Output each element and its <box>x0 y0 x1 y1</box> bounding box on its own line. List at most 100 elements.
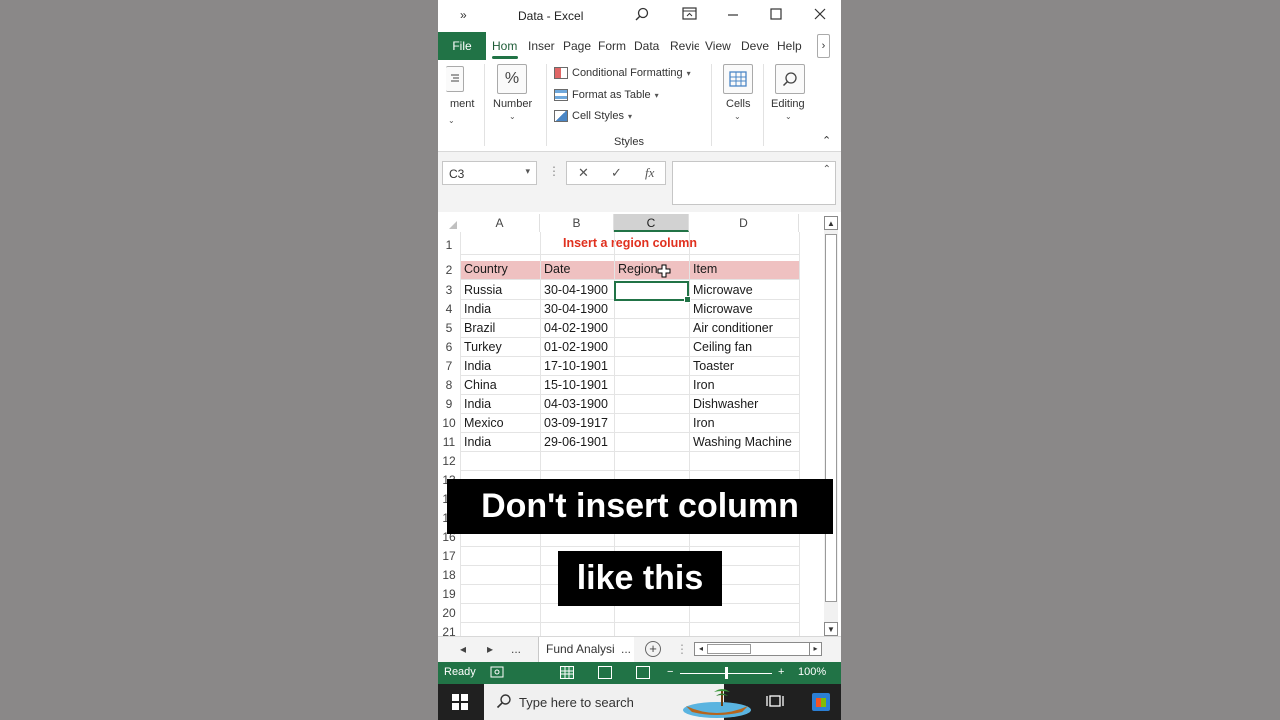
cell-d7[interactable]: Toaster <box>690 359 798 373</box>
minimize-icon[interactable] <box>727 7 739 24</box>
column-header-c[interactable]: C <box>614 214 689 232</box>
cell-a11[interactable]: India <box>461 435 539 449</box>
number-group-button[interactable]: Number <box>493 98 532 110</box>
collapse-formula-bar-icon[interactable]: ⌃ <box>823 164 831 175</box>
cell-styles-button[interactable]: Cell Styles ▾ <box>554 110 632 122</box>
maximize-icon[interactable] <box>770 7 782 24</box>
tab-help[interactable]: Help <box>777 39 807 53</box>
alignment-icon[interactable] <box>446 66 464 92</box>
tab-developer[interactable]: Deve <box>741 39 771 53</box>
cell-b5[interactable]: 04-02-1900 <box>541 321 613 335</box>
zoom-out-button[interactable]: − <box>667 666 673 678</box>
page-break-view-icon[interactable] <box>636 666 650 679</box>
row-header-4[interactable]: 4 <box>438 302 460 316</box>
zoom-in-button[interactable]: + <box>778 666 784 678</box>
cell-a3[interactable]: Russia <box>461 283 539 297</box>
tab-view[interactable]: View <box>705 39 735 53</box>
cell-d6[interactable]: Ceiling fan <box>690 340 798 354</box>
more-sheets-left-button[interactable]: ... <box>511 642 521 656</box>
scroll-up-icon[interactable]: ▲ <box>824 216 838 230</box>
cell-b11[interactable]: 29-06-1901 <box>541 435 613 449</box>
formula-input[interactable]: ⌃ <box>672 161 836 205</box>
vertical-scrollbar[interactable]: ▲ ▼ <box>824 216 838 636</box>
editing-caret-icon[interactable]: ⌄ <box>785 112 792 121</box>
header-cell-d[interactable]: Item <box>690 262 798 276</box>
cell-d9[interactable]: Dishwasher <box>690 397 798 411</box>
ribbon-display-icon[interactable] <box>682 7 697 24</box>
row-header-3[interactable]: 3 <box>438 283 460 297</box>
more-sheets-right-button[interactable]: ... <box>621 642 631 656</box>
cells-icon[interactable] <box>723 64 753 94</box>
editing-group-button[interactable]: Editing <box>771 98 805 110</box>
horizontal-scrollbar[interactable]: ◂ ▸ <box>694 642 822 656</box>
horizontal-scroll-thumb[interactable] <box>707 644 751 654</box>
cell-a4[interactable]: India <box>461 302 539 316</box>
row-header-18[interactable]: 18 <box>438 568 460 582</box>
cell-b6[interactable]: 01-02-1900 <box>541 340 613 354</box>
sheet-title-cell[interactable]: Insert a region column <box>461 236 799 250</box>
editing-search-icon[interactable] <box>775 64 805 94</box>
cell-b7[interactable]: 17-10-1901 <box>541 359 613 373</box>
select-all-corner[interactable] <box>438 214 460 232</box>
row-header-8[interactable]: 8 <box>438 378 460 392</box>
cell-b4[interactable]: 30-04-1900 <box>541 302 613 316</box>
row-header-19[interactable]: 19 <box>438 587 460 601</box>
tab-page-layout[interactable]: Page <box>563 39 593 53</box>
insert-function-icon[interactable]: fx <box>645 165 654 181</box>
cell-d8[interactable]: Iron <box>690 378 798 392</box>
cell-a6[interactable]: Turkey <box>461 340 539 354</box>
scroll-down-icon[interactable]: ▼ <box>824 622 838 636</box>
conditional-formatting-button[interactable]: Conditional Formatting ▾ <box>554 67 691 79</box>
tab-insert[interactable]: Inser <box>528 39 558 53</box>
collapse-ribbon-icon[interactable]: ⌃ <box>822 134 831 147</box>
row-header-17[interactable]: 17 <box>438 549 460 563</box>
cell-a9[interactable]: India <box>461 397 539 411</box>
row-header-7[interactable]: 7 <box>438 359 460 373</box>
enter-icon[interactable]: ✓ <box>611 165 622 181</box>
normal-view-icon[interactable] <box>560 666 574 679</box>
row-header-11[interactable]: 11 <box>438 435 460 449</box>
tab-home[interactable]: Hom <box>492 39 520 53</box>
close-icon[interactable] <box>814 7 826 24</box>
alignment-caret-icon[interactable]: ⌄ <box>448 116 455 125</box>
microsoft-store-icon[interactable] <box>812 693 830 711</box>
cells-group-button[interactable]: Cells <box>726 98 750 110</box>
vertical-scroll-thumb[interactable] <box>825 234 837 602</box>
task-view-icon[interactable] <box>766 693 784 713</box>
cell-a5[interactable]: Brazil <box>461 321 539 335</box>
page-layout-view-icon[interactable] <box>598 666 612 679</box>
header-cell-a[interactable]: Country <box>461 262 539 276</box>
cell-d10[interactable]: Iron <box>690 416 798 430</box>
alignment-label[interactable]: ment <box>450 98 474 110</box>
zoom-slider-thumb[interactable] <box>725 667 728 679</box>
row-header-12[interactable]: 12 <box>438 454 460 468</box>
prev-sheet-icon[interactable]: ◂ <box>460 642 466 656</box>
cell-a8[interactable]: China <box>461 378 539 392</box>
column-header-d[interactable]: D <box>689 214 799 232</box>
row-header-1[interactable]: 1 <box>438 238 460 252</box>
cell-b3[interactable]: 30-04-1900 <box>541 283 613 297</box>
cancel-icon[interactable]: ✕ <box>578 165 589 181</box>
add-sheet-button[interactable]: + <box>645 641 661 657</box>
chevron-down-icon[interactable]: ▾ <box>525 166 530 177</box>
zoom-level[interactable]: 100% <box>798 666 826 678</box>
percent-icon[interactable]: % <box>497 64 527 94</box>
cell-b9[interactable]: 04-03-1900 <box>541 397 613 411</box>
search-highlight-boat-icon[interactable] <box>682 686 752 718</box>
active-cell-c3[interactable] <box>614 281 691 303</box>
scroll-right-icon[interactable]: ▸ <box>809 643 821 655</box>
number-caret-icon[interactable]: ⌄ <box>509 112 516 121</box>
cell-d4[interactable]: Microwave <box>690 302 798 316</box>
cell-d3[interactable]: Microwave <box>690 283 798 297</box>
tab-formulas[interactable]: Form <box>598 39 628 53</box>
tab-review[interactable]: Revie <box>670 39 699 53</box>
more-tabs-button[interactable]: › <box>817 34 830 58</box>
row-header-6[interactable]: 6 <box>438 340 460 354</box>
header-cell-c[interactable]: Region <box>615 262 688 276</box>
row-header-20[interactable]: 20 <box>438 606 460 620</box>
row-header-10[interactable]: 10 <box>438 416 460 430</box>
column-header-b[interactable]: B <box>540 214 614 232</box>
search-icon[interactable] <box>635 7 649 24</box>
formula-bar-grip-icon[interactable]: ⋮ <box>548 164 560 178</box>
windows-start-icon[interactable] <box>452 694 468 710</box>
